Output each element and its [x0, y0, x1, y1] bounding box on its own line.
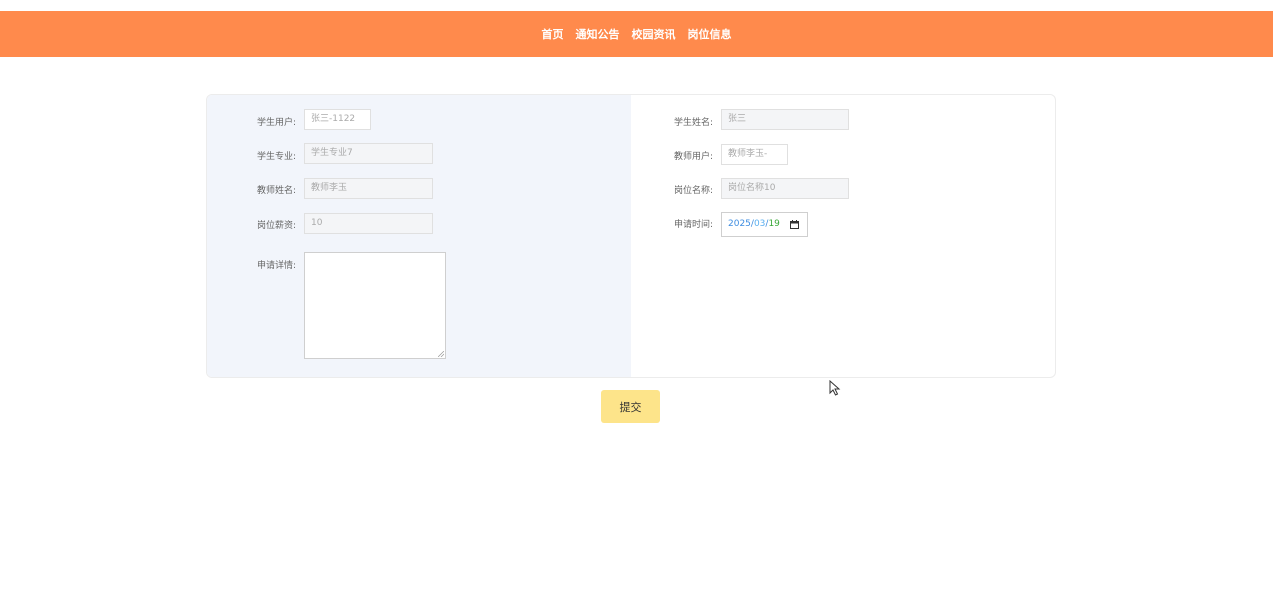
- apply-detail-textarea[interactable]: [304, 252, 446, 359]
- position-name-field[interactable]: 岗位名称10: [721, 178, 849, 199]
- student-user-label: 学生用户:: [257, 118, 297, 128]
- apply-time-date-input[interactable]: 2025/03/19: [721, 212, 808, 237]
- teacher-user-field[interactable]: 教师李玉-: [721, 144, 788, 165]
- student-major-field[interactable]: 学生专业7: [304, 143, 433, 164]
- resize-grip-icon[interactable]: [438, 351, 444, 357]
- nav-item-positions[interactable]: 岗位信息: [688, 26, 732, 42]
- teacher-name-field[interactable]: 教师李玉: [304, 178, 433, 199]
- nav-item-notices[interactable]: 通知公告: [576, 26, 620, 42]
- position-name-label: 岗位名称:: [674, 186, 714, 196]
- calendar-icon[interactable]: [790, 220, 799, 229]
- top-nav-bar: 首页 通知公告 校园资讯 岗位信息: [0, 11, 1273, 57]
- student-major-label: 学生专业:: [257, 152, 297, 162]
- position-salary-field[interactable]: 10: [304, 213, 433, 234]
- student-user-field[interactable]: 张三-1122: [304, 109, 371, 130]
- apply-detail-label: 申请详情:: [257, 261, 297, 271]
- position-salary-label: 岗位薪资:: [257, 221, 297, 231]
- student-name-field[interactable]: 张三: [721, 109, 849, 130]
- nav-item-home[interactable]: 首页: [542, 26, 564, 42]
- student-name-label: 学生姓名:: [674, 118, 714, 128]
- main-nav: 首页 通知公告 校园资讯 岗位信息: [0, 11, 1273, 57]
- apply-time-label: 申请时间:: [674, 220, 714, 230]
- teacher-name-label: 教师姓名:: [257, 186, 297, 196]
- application-form: 学生用户: 张三-1122 学生专业: 学生专业7 教师姓名: 教师李玉 岗位薪…: [206, 94, 1056, 378]
- submit-button[interactable]: 提交: [601, 390, 660, 423]
- nav-item-campus-news[interactable]: 校园资讯: [632, 26, 676, 42]
- mouse-pointer-icon: [829, 380, 841, 396]
- date-month: 03: [753, 219, 766, 229]
- date-day: 19: [768, 219, 780, 229]
- date-year: 2025: [728, 219, 751, 229]
- teacher-user-label: 教师用户:: [674, 152, 714, 162]
